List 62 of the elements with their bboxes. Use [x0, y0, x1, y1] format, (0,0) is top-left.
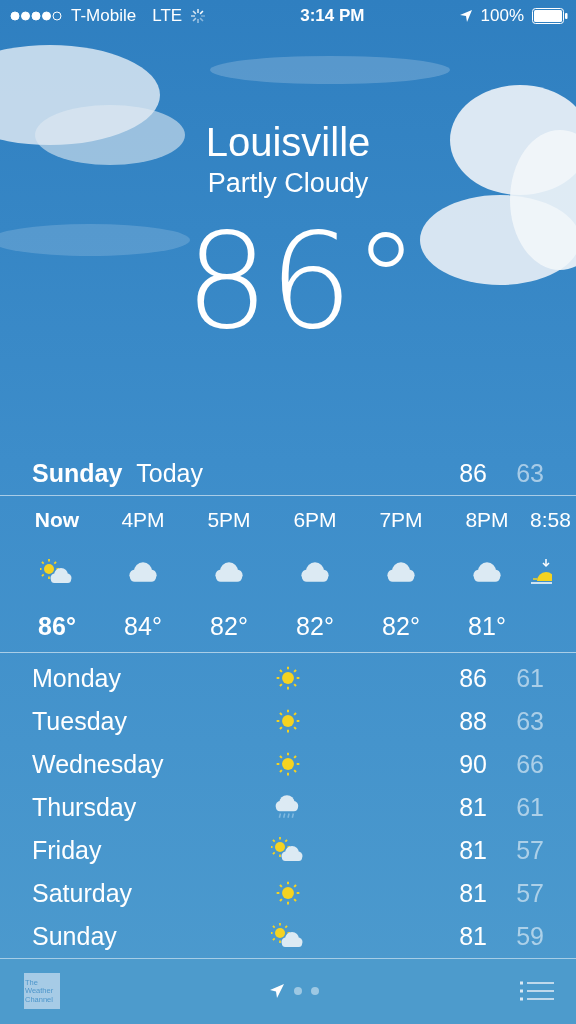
network-type: LTE: [152, 5, 183, 26]
cloud-icon: [386, 561, 416, 584]
list-icon[interactable]: [520, 981, 554, 1002]
low-temperature: 57: [515, 878, 544, 908]
low-temperature: 59: [515, 921, 544, 951]
high-temperature: 90: [458, 749, 488, 779]
carrier: T-Mobile: [71, 5, 137, 26]
low-temperature: 61: [515, 792, 544, 822]
sun-icon: [275, 880, 301, 907]
low-temperature: 57: [515, 835, 544, 865]
sun-icon: [275, 708, 301, 735]
hour-temperature: 82°: [210, 612, 248, 642]
hour-label: 7PM: [379, 508, 423, 534]
day-name: Thursday: [32, 792, 138, 822]
sun-icon: [275, 665, 301, 692]
day-name: Friday: [32, 835, 103, 865]
high-temperature: 81: [458, 835, 488, 865]
high-temperature: 86: [458, 663, 488, 693]
current-temperature: 86°: [184, 205, 419, 356]
hour-temperature: 86°: [38, 612, 76, 642]
high-temperature: 81: [458, 921, 488, 951]
hour-temperature: 82°: [382, 612, 420, 642]
hour-temperature: 82°: [296, 612, 334, 642]
day-name: Monday: [32, 663, 122, 693]
hour-label: 5PM: [207, 508, 251, 534]
location-arrow-icon: [458, 8, 473, 23]
day-name: Wednesday: [32, 749, 165, 779]
day-name: Sunday: [32, 921, 118, 951]
hour-temperature: 81°: [468, 612, 506, 642]
low-temperature: 61: [515, 663, 544, 693]
hour-label: 8PM: [465, 508, 509, 534]
high-temperature: 86: [458, 458, 488, 488]
low-temperature: 63: [515, 706, 544, 736]
city-name: Louisville: [205, 118, 371, 166]
battery-icon: [532, 7, 568, 24]
day-name: Tuesday: [32, 706, 128, 736]
hour-temperature: 84°: [124, 612, 162, 642]
hour-label: 6PM: [293, 508, 337, 534]
battery-percent: 100%: [480, 5, 524, 26]
low-temperature: 63: [515, 458, 544, 488]
low-temperature: 66: [515, 749, 544, 779]
signal-icon: [10, 10, 63, 21]
page-dot[interactable]: [294, 987, 302, 996]
activity-spinner-icon: [190, 7, 207, 24]
cloud-icon: [300, 561, 330, 584]
hour-label: 4PM: [121, 508, 165, 534]
high-temperature: 81: [458, 878, 488, 908]
day-name: Saturday: [32, 878, 134, 908]
location-page-icon[interactable]: [269, 983, 285, 1000]
page-dot[interactable]: [311, 987, 319, 996]
cloud-icon: [472, 561, 502, 584]
day-name: Sunday: [32, 458, 123, 488]
high-temperature: 88: [458, 706, 488, 736]
high-temperature: 81: [458, 792, 488, 822]
today-label: Today: [136, 458, 203, 488]
cloud-icon: [128, 561, 158, 584]
sun-icon: [275, 751, 301, 778]
hour-label: 8:58: [530, 508, 571, 534]
hour-label: Now: [34, 508, 80, 534]
clock: 3:14 PM: [300, 5, 365, 26]
condition: Partly Cloudy: [207, 166, 369, 200]
cloud-icon: [214, 561, 244, 584]
